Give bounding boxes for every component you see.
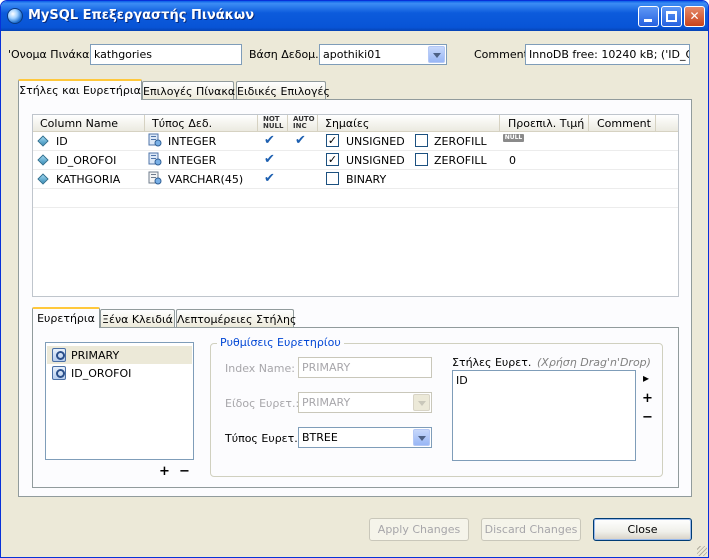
header-not-null[interactable]: NOT NULL bbox=[258, 115, 288, 131]
zerofill-checkbox[interactable] bbox=[415, 134, 428, 147]
minimize-icon bbox=[644, 19, 652, 22]
unsigned-checkbox[interactable]: ✓ bbox=[326, 134, 339, 147]
comment-input[interactable]: InnoDB free: 10240 kB; ('ID_OR bbox=[525, 44, 690, 65]
index-type-select[interactable]: BTREE bbox=[298, 427, 432, 448]
column-icon bbox=[37, 135, 49, 147]
database-select[interactable]: apothiki01 bbox=[319, 44, 447, 65]
header-auto-inc[interactable]: AUTO INC bbox=[288, 115, 318, 131]
table-row[interactable]: ID_OROFOI INTEGER ✔ ✓ UNSIGNED ZEROFILL … bbox=[33, 151, 678, 170]
window-title: MySQL Επεξεργαστής Πινάκων bbox=[28, 8, 255, 23]
apply-changes-button[interactable]: Apply Changes bbox=[369, 518, 469, 541]
flag-label: ZEROFILL bbox=[434, 135, 487, 148]
column-name-cell[interactable]: ID_OROFOI bbox=[56, 154, 116, 167]
flag-label: ZEROFILL bbox=[434, 154, 487, 167]
index-columns-hint: (Χρήση Drag'n'Drop) bbox=[537, 356, 651, 369]
empty-row[interactable] bbox=[33, 189, 678, 208]
column-icon bbox=[37, 154, 49, 166]
chevron-down-icon[interactable] bbox=[428, 46, 445, 63]
header-flags[interactable]: Σημαίες bbox=[318, 115, 500, 131]
not-null-check-icon[interactable]: ✔ bbox=[264, 152, 275, 167]
maximize-button[interactable] bbox=[661, 6, 682, 27]
index-icon bbox=[52, 366, 66, 380]
comment-label: Comment: bbox=[474, 48, 532, 61]
chevron-down-icon[interactable] bbox=[413, 394, 430, 411]
flag-label: UNSIGNED bbox=[346, 135, 405, 148]
auto-inc-check-icon[interactable]: ✔ bbox=[295, 133, 306, 148]
flag-label: BINARY bbox=[346, 173, 387, 186]
index-icon bbox=[52, 348, 66, 362]
table-name-input[interactable]: kathgories bbox=[90, 44, 242, 65]
tab-indexes[interactable]: Ευρετήρια bbox=[32, 307, 100, 328]
close-window-button[interactable]: ✕ bbox=[684, 6, 705, 27]
list-item[interactable]: ID_OROFOI bbox=[47, 364, 192, 382]
zerofill-checkbox[interactable] bbox=[415, 153, 428, 166]
add-index-button[interactable]: + bbox=[159, 465, 170, 478]
remove-column-button[interactable]: − bbox=[642, 411, 653, 424]
not-null-check-icon[interactable]: ✔ bbox=[264, 133, 275, 148]
tab-table-options[interactable]: Επιλογές Πίνακα bbox=[142, 81, 235, 100]
index-type-label: Τύπος Ευρετ.: bbox=[225, 432, 302, 445]
binary-checkbox[interactable] bbox=[326, 172, 339, 185]
indexes-list[interactable]: PRIMARY ID_OROFOI bbox=[45, 342, 194, 460]
resize-grip-icon[interactable] bbox=[697, 546, 707, 556]
database-value: apothiki01 bbox=[323, 48, 382, 61]
column-name-cell[interactable]: KATHGORIA bbox=[56, 173, 120, 186]
column-name-cell[interactable]: ID bbox=[56, 135, 68, 148]
discard-changes-button[interactable]: Discard Changes bbox=[481, 518, 581, 541]
datatype-cell[interactable]: VARCHAR(45) bbox=[168, 173, 243, 186]
table-row[interactable]: ID INTEGER ✔ ✔ ✓ UNSIGNED ZEROFILL NULL bbox=[33, 132, 678, 151]
list-item[interactable]: ID bbox=[456, 374, 635, 387]
table-name-label: 'Ονομα Πινάκα: bbox=[8, 48, 94, 61]
maximize-icon bbox=[666, 11, 677, 22]
tab-foreign-keys[interactable]: Ξένα Κλειδιά bbox=[100, 309, 175, 328]
datatype-cell[interactable]: INTEGER bbox=[168, 135, 216, 148]
index-name: ID_OROFOI bbox=[71, 367, 132, 380]
grid-header: Column Name Τύπος Δεδ. NOT NULL AUTO INC… bbox=[33, 115, 678, 132]
index-kind-label: Είδος Ευρετ.: bbox=[225, 397, 300, 410]
table-row[interactable]: KATHGORIA VARCHAR(45) ✔ BINARY bbox=[33, 170, 678, 189]
datatype-icon bbox=[148, 171, 162, 185]
flag-label: UNSIGNED bbox=[346, 154, 405, 167]
index-type-value: BTREE bbox=[302, 431, 338, 444]
index-columns-list[interactable]: ID bbox=[452, 370, 636, 461]
close-button[interactable]: Close bbox=[593, 518, 692, 541]
index-name-input[interactable]: PRIMARY bbox=[298, 357, 432, 378]
title-bar[interactable]: MySQL Επεξεργαστής Πινάκων ✕ bbox=[1, 1, 708, 31]
close-icon: ✕ bbox=[689, 9, 700, 23]
index-kind-select[interactable]: PRIMARY bbox=[298, 392, 432, 413]
default-value-cell[interactable]: 0 bbox=[509, 154, 516, 167]
datatype-cell[interactable]: INTEGER bbox=[168, 154, 216, 167]
datatype-icon bbox=[148, 152, 162, 166]
header-data-type[interactable]: Τύπος Δεδ. bbox=[145, 115, 258, 131]
table-editor-window: MySQL Επεξεργαστής Πινάκων ✕ 'Ονομα Πινά… bbox=[0, 0, 709, 558]
header-comment[interactable]: Comment bbox=[589, 115, 656, 131]
database-label: Βάση Δεδομ.: bbox=[249, 48, 323, 61]
datatype-icon bbox=[148, 133, 162, 147]
index-name-label: Index Name: bbox=[225, 362, 295, 375]
chevron-down-icon[interactable] bbox=[413, 429, 430, 446]
column-icon bbox=[37, 173, 49, 185]
mysql-app-icon bbox=[7, 8, 23, 24]
index-kind-value: PRIMARY bbox=[302, 396, 351, 409]
tab-advanced-options[interactable]: Ειδικές Επιλογές bbox=[236, 81, 330, 100]
not-null-check-icon[interactable]: ✔ bbox=[264, 171, 275, 186]
remove-index-button[interactable]: − bbox=[179, 465, 190, 478]
columns-grid[interactable]: Column Name Τύπος Δεδ. NOT NULL AUTO INC… bbox=[32, 114, 679, 297]
move-column-button[interactable]: ▸ bbox=[643, 372, 649, 385]
index-name: PRIMARY bbox=[71, 349, 120, 362]
add-column-button[interactable]: + bbox=[642, 392, 653, 405]
null-badge: NULL bbox=[503, 134, 524, 142]
list-item[interactable]: PRIMARY bbox=[47, 346, 192, 364]
tab-columns-indexes[interactable]: Στήλες και Ευρετήρια bbox=[18, 79, 142, 100]
header-column-name[interactable]: Column Name bbox=[33, 115, 145, 131]
index-columns-label: Στήλες Ευρετ. bbox=[452, 356, 532, 369]
unsigned-checkbox[interactable]: ✓ bbox=[326, 153, 339, 166]
header-default-value[interactable]: Προεπιλ. Τιμή bbox=[500, 115, 589, 131]
index-settings-title: Ρυθμίσεις Ευρετηρίου bbox=[217, 336, 344, 349]
tab-column-details[interactable]: Λεπτομέρειες Στήλης bbox=[176, 309, 296, 328]
minimize-button[interactable] bbox=[638, 6, 659, 27]
